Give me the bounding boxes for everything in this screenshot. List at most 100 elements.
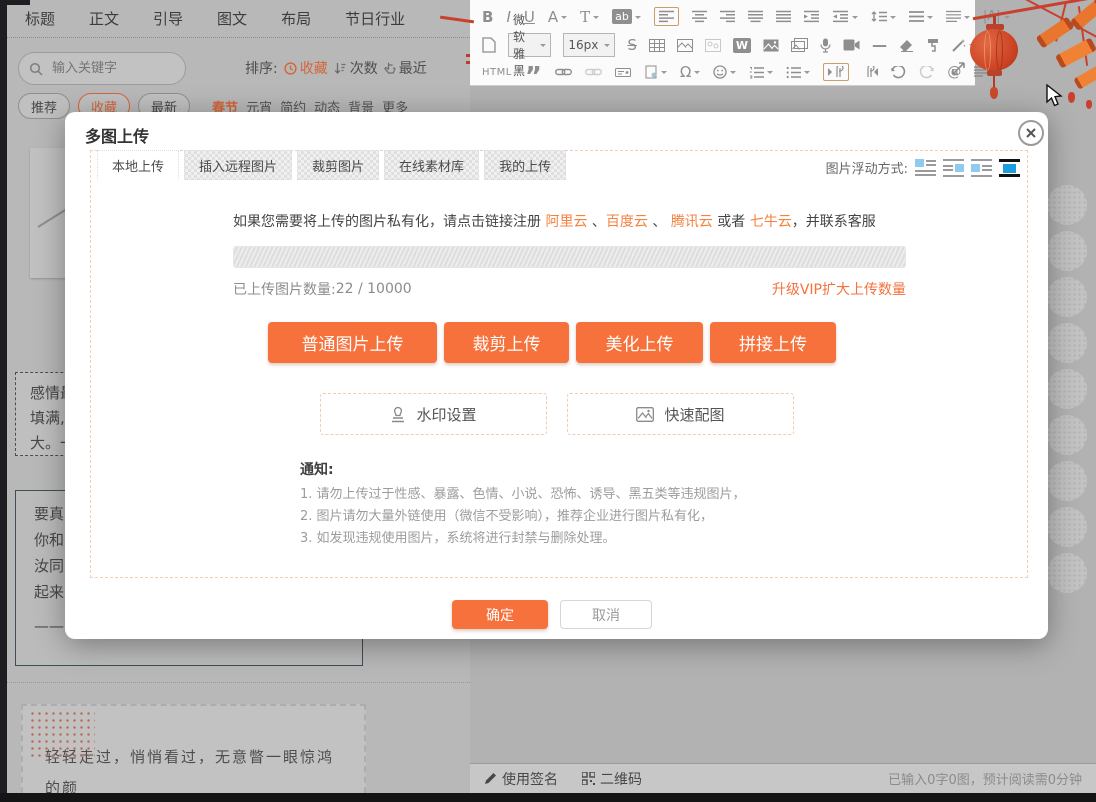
dotted-circles-decoration bbox=[1047, 185, 1087, 593]
font-family-select[interactable]: 微软雅黑 bbox=[508, 33, 551, 57]
align-full-icon[interactable] bbox=[776, 10, 791, 23]
filter-pill-recommend[interactable]: 推荐 bbox=[18, 93, 70, 119]
float-block-icon[interactable] bbox=[999, 159, 1020, 177]
search-input[interactable] bbox=[50, 60, 164, 77]
word-import-icon[interactable]: W bbox=[733, 38, 751, 53]
mouse-cursor bbox=[1046, 84, 1064, 108]
menu-item-layout[interactable]: 布局 bbox=[281, 8, 311, 29]
private-cloud-intro: 如果您需要将上传的图片私有化，请点击链接注册 阿里云 、百度云 、 腾讯云 或者… bbox=[233, 211, 913, 231]
citation-dash: —— bbox=[34, 613, 64, 639]
aliyun-link[interactable]: 阿里云 bbox=[545, 214, 587, 230]
page-break-icon[interactable] bbox=[644, 65, 667, 79]
microphone-icon[interactable] bbox=[820, 38, 831, 53]
float-left-icon[interactable] bbox=[915, 159, 936, 177]
undo-icon[interactable] bbox=[891, 66, 906, 79]
uploaded-count-label: 已上传图片数量: bbox=[233, 279, 336, 299]
menu-item-imagetext[interactable]: 图文 bbox=[217, 8, 247, 29]
indent-less-icon[interactable] bbox=[833, 10, 858, 23]
app-root: 标题 正文 引导 图文 布局 节日行业 排序: 收藏 次数 bbox=[0, 0, 1096, 802]
blockquote-icon[interactable]: ” bbox=[525, 72, 542, 82]
new-document-icon[interactable] bbox=[482, 37, 496, 53]
confirm-button[interactable]: 确定 bbox=[452, 600, 548, 629]
multi-image-icon[interactable] bbox=[791, 38, 808, 52]
line-height-icon[interactable] bbox=[871, 10, 896, 23]
redo-icon[interactable] bbox=[919, 66, 934, 79]
search-box[interactable] bbox=[18, 52, 186, 85]
font-size-select[interactable]: 16px bbox=[563, 33, 615, 57]
unordered-list-icon[interactable] bbox=[786, 66, 810, 79]
close-icon[interactable] bbox=[1018, 120, 1044, 146]
signature-button[interactable]: 使用签名 bbox=[484, 769, 558, 789]
strikethrough-icon[interactable]: S bbox=[627, 36, 637, 54]
align-justify-icon[interactable] bbox=[748, 10, 763, 23]
baiduyun-link[interactable]: 百度云 bbox=[606, 214, 648, 230]
notice-line-1: 1. 请勿上传过于性感、暴露、色情、小说、恐怖、诱导、黑五类等违规图片， bbox=[300, 484, 746, 506]
sort-count[interactable]: 次数 bbox=[334, 58, 378, 78]
horizontal-rule-icon[interactable]: — bbox=[872, 36, 887, 54]
qiniuyun-link[interactable]: 七牛云 bbox=[750, 214, 792, 230]
paragraph-spacing-icon[interactable] bbox=[909, 10, 933, 23]
tab-remote-image[interactable]: 插入远程图片 bbox=[184, 150, 292, 180]
float-inline-icon[interactable] bbox=[971, 159, 992, 177]
sort-favorite[interactable]: 收藏 bbox=[284, 58, 328, 78]
menu-item-body[interactable]: 正文 bbox=[89, 8, 119, 29]
align-left-icon[interactable] bbox=[654, 7, 679, 26]
video-icon[interactable] bbox=[843, 39, 860, 51]
align-right-icon[interactable] bbox=[720, 10, 735, 23]
unlink-icon[interactable] bbox=[585, 67, 602, 77]
font-color-icon[interactable]: A bbox=[548, 8, 567, 26]
cancel-button[interactable]: 取消 bbox=[560, 600, 652, 629]
link-icon[interactable] bbox=[555, 67, 572, 77]
special-char-icon[interactable]: Ω bbox=[680, 63, 700, 81]
tencentyun-link[interactable]: 腾讯云 bbox=[671, 214, 713, 230]
tab-my-uploads[interactable]: 我的上传 bbox=[484, 150, 566, 180]
menu-item-title[interactable]: 标题 bbox=[25, 8, 55, 29]
emoji-icon[interactable] bbox=[713, 65, 736, 79]
template-card-quote[interactable]: 轻轻走过，悄悄看过，无意瞥一眼惊鸿的颜 色，随着巷口的老猫湮没在无声中，爱这 bbox=[21, 704, 366, 802]
hand-icon bbox=[384, 62, 396, 75]
notice-line-3: 3. 如发现违规使用图片，系统将进行封禁与删除处理。 bbox=[300, 528, 746, 550]
format-brush-icon[interactable] bbox=[926, 38, 940, 52]
tab-local-upload[interactable]: 本地上传 bbox=[97, 150, 179, 180]
upload-quota-progress-bar bbox=[233, 246, 906, 268]
editor-toolbar: B I U A T ab |A| 微软雅黑 16px bbox=[470, 0, 975, 86]
sort-recent[interactable]: 最近 bbox=[384, 58, 427, 78]
float-right-icon[interactable] bbox=[943, 159, 964, 177]
uploaded-count-value: 22 / 10000 bbox=[336, 281, 412, 297]
text-style-icon[interactable]: T bbox=[580, 8, 599, 26]
notice-title: 通知: bbox=[300, 459, 746, 479]
highlight-icon[interactable]: ab bbox=[612, 9, 641, 24]
wechat-image-icon[interactable] bbox=[705, 39, 721, 52]
italic-icon[interactable]: I bbox=[506, 8, 510, 26]
menu-item-festival[interactable]: 节日行业 bbox=[345, 8, 405, 29]
fullscreen-icon[interactable] bbox=[952, 62, 965, 75]
quick-picture-button[interactable]: 快速配图 bbox=[567, 393, 794, 435]
first-line-indent-icon[interactable] bbox=[823, 63, 849, 81]
tab-crop-image[interactable]: 裁剪图片 bbox=[297, 150, 379, 180]
indent-more-icon[interactable] bbox=[804, 10, 820, 23]
qrcode-button[interactable]: 二维码 bbox=[582, 769, 642, 789]
remove-indent-icon[interactable] bbox=[862, 66, 878, 78]
tab-online-library[interactable]: 在线素材库 bbox=[384, 150, 479, 180]
window-top-edge bbox=[0, 0, 30, 5]
anchor-tag-icon[interactable] bbox=[615, 66, 631, 79]
editor-status-bar: 使用签名 二维码 已输入0字0图，预计阅读需0分钟 bbox=[470, 763, 1096, 793]
insert-image-icon[interactable] bbox=[763, 39, 779, 52]
html-source-icon[interactable]: HTML bbox=[482, 67, 512, 78]
menu-item-guide[interactable]: 引导 bbox=[153, 8, 183, 29]
letter-spacing-icon[interactable] bbox=[946, 10, 970, 23]
upgrade-vip-link[interactable]: 升级VIP扩大上传数量 bbox=[772, 279, 906, 299]
beautify-upload-button[interactable]: 美化上传 bbox=[576, 322, 703, 363]
bold-icon[interactable]: B bbox=[482, 8, 493, 26]
table-icon[interactable] bbox=[649, 39, 665, 52]
eraser-icon[interactable] bbox=[899, 39, 914, 52]
crop-upload-button[interactable]: 裁剪上传 bbox=[444, 322, 569, 363]
sort-label: 排序: bbox=[245, 58, 278, 78]
align-center-icon[interactable] bbox=[692, 10, 707, 23]
clock-icon bbox=[284, 62, 297, 75]
stitch-upload-button[interactable]: 拼接上传 bbox=[710, 322, 836, 363]
normal-upload-button[interactable]: 普通图片上传 bbox=[268, 322, 437, 363]
ordered-list-icon[interactable] bbox=[749, 66, 773, 79]
watermark-settings-button[interactable]: 水印设置 bbox=[320, 393, 547, 435]
image-grid-icon[interactable] bbox=[677, 39, 693, 52]
